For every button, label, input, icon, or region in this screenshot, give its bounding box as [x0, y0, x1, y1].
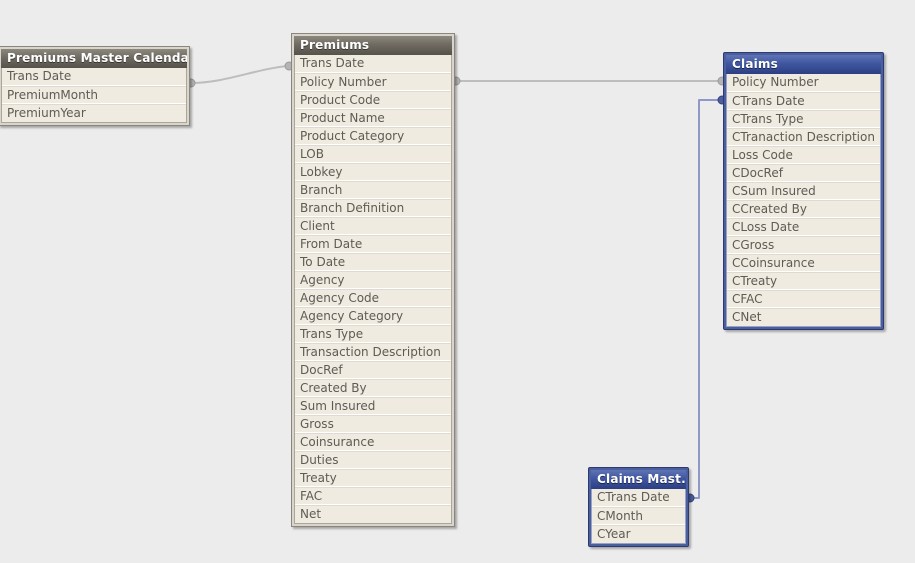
field-row[interactable]: LOB — [295, 145, 451, 163]
field-row[interactable]: Policy Number — [727, 74, 880, 92]
field-row[interactable]: CFAC — [727, 290, 880, 308]
field-row[interactable]: Transaction Description — [295, 343, 451, 361]
table-field-list: Trans Date Policy Number Product Code Pr… — [294, 55, 452, 524]
field-row[interactable]: FAC — [295, 487, 451, 505]
field-row[interactable]: Product Category — [295, 127, 451, 145]
field-row[interactable]: PremiumYear — [2, 104, 186, 122]
field-row[interactable]: To Date — [295, 253, 451, 271]
link-premiums-to-claims — [451, 76, 727, 86]
field-row[interactable]: Created By — [295, 379, 451, 397]
field-row[interactable]: Trans Type — [295, 325, 451, 343]
link-claims-to-claims-master — [685, 95, 727, 503]
field-row[interactable]: CCreated By — [727, 200, 880, 218]
field-row[interactable]: Client — [295, 217, 451, 235]
field-row[interactable]: CLoss Date — [727, 218, 880, 236]
table-field-list: CTrans Date CMonth CYear — [591, 489, 686, 544]
field-row[interactable]: CTrans Type — [727, 110, 880, 128]
field-row[interactable]: Net — [295, 505, 451, 523]
field-row[interactable]: Trans Date — [295, 55, 451, 73]
field-row[interactable]: CTrans Date — [727, 92, 880, 110]
table-field-list: Policy Number CTrans Date CTrans Type CT… — [726, 74, 881, 327]
table-claims[interactable]: Claims Policy Number CTrans Date CTrans … — [723, 52, 884, 330]
field-row[interactable]: Product Code — [295, 91, 451, 109]
field-row[interactable]: Branch Definition — [295, 199, 451, 217]
field-row[interactable]: CTranaction Description — [727, 128, 880, 146]
field-row[interactable]: Agency — [295, 271, 451, 289]
field-row[interactable]: Branch — [295, 181, 451, 199]
field-row[interactable]: CCoinsurance — [727, 254, 880, 272]
field-row[interactable]: Product Name — [295, 109, 451, 127]
table-title[interactable]: Claims — [726, 55, 881, 74]
diagram-canvas[interactable]: Premiums Master Calendar Trans Date Prem… — [0, 0, 915, 563]
field-row[interactable]: CSum Insured — [727, 182, 880, 200]
table-title[interactable]: Premiums — [294, 36, 452, 55]
field-row[interactable]: Policy Number — [295, 73, 451, 91]
field-row[interactable]: CYear — [592, 525, 685, 543]
table-title[interactable]: Premiums Master Calendar — [1, 49, 187, 68]
field-row[interactable]: CGross — [727, 236, 880, 254]
field-row[interactable]: Coinsurance — [295, 433, 451, 451]
field-row[interactable]: Gross — [295, 415, 451, 433]
field-row[interactable]: Trans Date — [2, 68, 186, 86]
field-row[interactable]: CTreaty — [727, 272, 880, 290]
link-calendar-to-premiums — [186, 61, 294, 88]
table-premiums-master-calendar[interactable]: Premiums Master Calendar Trans Date Prem… — [0, 46, 190, 126]
field-row[interactable]: Lobkey — [295, 163, 451, 181]
field-row[interactable]: Agency Code — [295, 289, 451, 307]
table-field-list: Trans Date PremiumMonth PremiumYear — [1, 68, 187, 123]
field-row[interactable]: CMonth — [592, 507, 685, 525]
field-row[interactable]: Loss Code — [727, 146, 880, 164]
field-row[interactable]: Treaty — [295, 469, 451, 487]
table-claims-master[interactable]: Claims Mast... CTrans Date CMonth CYear — [588, 467, 689, 547]
field-row[interactable]: CDocRef — [727, 164, 880, 182]
field-row[interactable]: CNet — [727, 308, 880, 326]
field-row[interactable]: PremiumMonth — [2, 86, 186, 104]
field-row[interactable]: Agency Category — [295, 307, 451, 325]
table-premiums[interactable]: Premiums Trans Date Policy Number Produc… — [291, 33, 455, 527]
field-row[interactable]: From Date — [295, 235, 451, 253]
table-title[interactable]: Claims Mast... — [591, 470, 686, 489]
field-row[interactable]: DocRef — [295, 361, 451, 379]
field-row[interactable]: CTrans Date — [592, 489, 685, 507]
field-row[interactable]: Duties — [295, 451, 451, 469]
field-row[interactable]: Sum Insured — [295, 397, 451, 415]
